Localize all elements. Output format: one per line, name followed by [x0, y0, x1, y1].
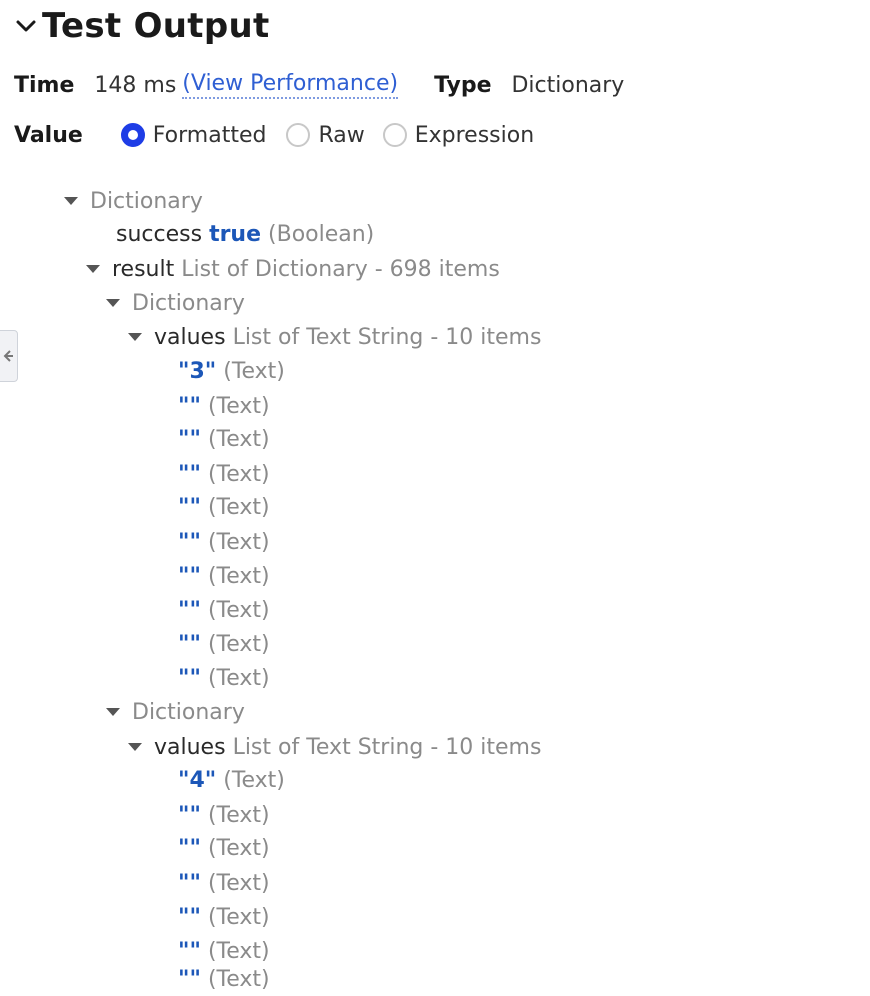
node-key: values [154, 324, 226, 350]
list-item: "" (Text) [178, 559, 270, 593]
time-label: Time [14, 72, 75, 98]
tree-node-dictionary[interactable]: Dictionary [106, 286, 245, 320]
section-title: Test Output [42, 6, 270, 46]
item-type: (Text) [207, 494, 270, 520]
item-type: (Text) [207, 938, 270, 964]
item-type: (Text) [223, 767, 285, 793]
radio-unselected-icon [286, 123, 311, 147]
list-item: "" (Text) [178, 490, 270, 524]
value-label: Value [14, 122, 83, 148]
item-value: "" [178, 494, 201, 520]
item-type: (Text) [207, 870, 270, 896]
item-value: "" [178, 393, 201, 419]
item-value: "" [178, 802, 201, 828]
node-key: result [112, 256, 175, 282]
item-type: (Text) [207, 393, 270, 419]
info-row: Time 148 ms (View Performance) Type Dict… [14, 68, 624, 102]
item-type: (Text) [207, 426, 270, 452]
node-meta: List of Dictionary - 698 items [181, 256, 500, 282]
item-type: (Text) [207, 966, 270, 992]
item-value: "" [178, 904, 201, 930]
list-item: "" (Text) [178, 593, 270, 627]
list-item: "" (Text) [178, 457, 270, 491]
radio-label: Expression [414, 122, 535, 148]
node-key: success [116, 221, 203, 247]
caret-down-icon[interactable] [128, 332, 142, 342]
item-value: "" [178, 665, 201, 691]
item-value: "" [178, 597, 201, 623]
list-item: "" (Text) [178, 866, 270, 900]
item-value: "" [178, 938, 201, 964]
radio-raw[interactable]: Raw [286, 122, 365, 148]
node-label: Dictionary [132, 290, 245, 316]
item-type: (Text) [207, 904, 270, 930]
item-type: (Text) [223, 358, 285, 384]
radio-formatted[interactable]: Formatted [120, 122, 267, 148]
node-meta: List of Text String - 10 items [232, 734, 542, 760]
list-item: "" (Text) [178, 389, 270, 423]
list-item: "" (Text) [178, 627, 270, 661]
item-type: (Text) [207, 461, 270, 487]
list-item: "" (Text) [178, 962, 270, 996]
item-type: (Text) [207, 835, 270, 861]
item-type: (Text) [207, 802, 270, 828]
list-item: "" (Text) [178, 798, 270, 832]
list-item: "" (Text) [178, 900, 270, 934]
tree-node-root[interactable]: Dictionary [64, 184, 203, 218]
list-item: "4" (Text) [178, 763, 285, 797]
item-type: (Text) [207, 563, 270, 589]
item-value: "3" [178, 358, 217, 384]
node-label: Dictionary [132, 699, 245, 725]
caret-down-icon[interactable] [128, 742, 142, 752]
caret-down-icon[interactable] [106, 298, 120, 308]
list-item: "" (Text) [178, 831, 270, 865]
tree-node-result[interactable]: result List of Dictionary - 698 items [86, 252, 500, 286]
item-value: "" [178, 426, 201, 452]
caret-down-icon[interactable] [64, 196, 78, 206]
item-value: "" [178, 529, 201, 555]
item-type: (Text) [207, 631, 270, 657]
node-label: Dictionary [90, 188, 203, 214]
radio-label: Formatted [152, 122, 267, 148]
item-value: "" [178, 966, 201, 992]
radio-selected-icon [120, 123, 145, 147]
item-type: (Text) [207, 665, 270, 691]
item-value: "" [178, 631, 201, 657]
tree-node-success: success true (Boolean) [116, 217, 374, 251]
item-type: (Text) [207, 529, 270, 555]
node-type: (Boolean) [268, 221, 375, 247]
radio-unselected-icon [382, 123, 407, 147]
view-performance-link[interactable]: (View Performance) [182, 71, 399, 99]
radio-label: Raw [318, 122, 365, 148]
node-key: values [154, 734, 226, 760]
tree-node-dictionary[interactable]: Dictionary [106, 695, 245, 729]
item-value: "" [178, 563, 201, 589]
item-value: "" [178, 835, 201, 861]
tree-node-values[interactable]: values List of Text String - 10 items [128, 320, 541, 354]
type-label: Type [434, 72, 492, 98]
tree-node-values[interactable]: values List of Text String - 10 items [128, 730, 541, 764]
type-value: Dictionary [511, 72, 625, 98]
radio-expression[interactable]: Expression [382, 122, 535, 148]
item-value: "4" [178, 767, 217, 793]
list-item: "" (Text) [178, 661, 270, 695]
time-value: 148 ms [94, 72, 177, 98]
item-type: (Text) [207, 597, 270, 623]
side-panel-toggle[interactable] [0, 330, 18, 382]
caret-down-icon[interactable] [86, 264, 100, 274]
caret-down-icon[interactable] [106, 707, 120, 717]
item-value: "" [178, 870, 201, 896]
list-item: "" (Text) [178, 525, 270, 559]
item-value: "" [178, 461, 201, 487]
chevron-down-icon [16, 20, 36, 32]
arrow-left-icon [3, 350, 13, 362]
list-item: "" (Text) [178, 422, 270, 456]
value-mode-row: Value Formatted Raw Expression [14, 118, 534, 152]
test-output-toggle[interactable]: Test Output [14, 2, 270, 50]
node-value: true [209, 221, 262, 247]
node-meta: List of Text String - 10 items [232, 324, 542, 350]
list-item: "3" (Text) [178, 354, 285, 388]
